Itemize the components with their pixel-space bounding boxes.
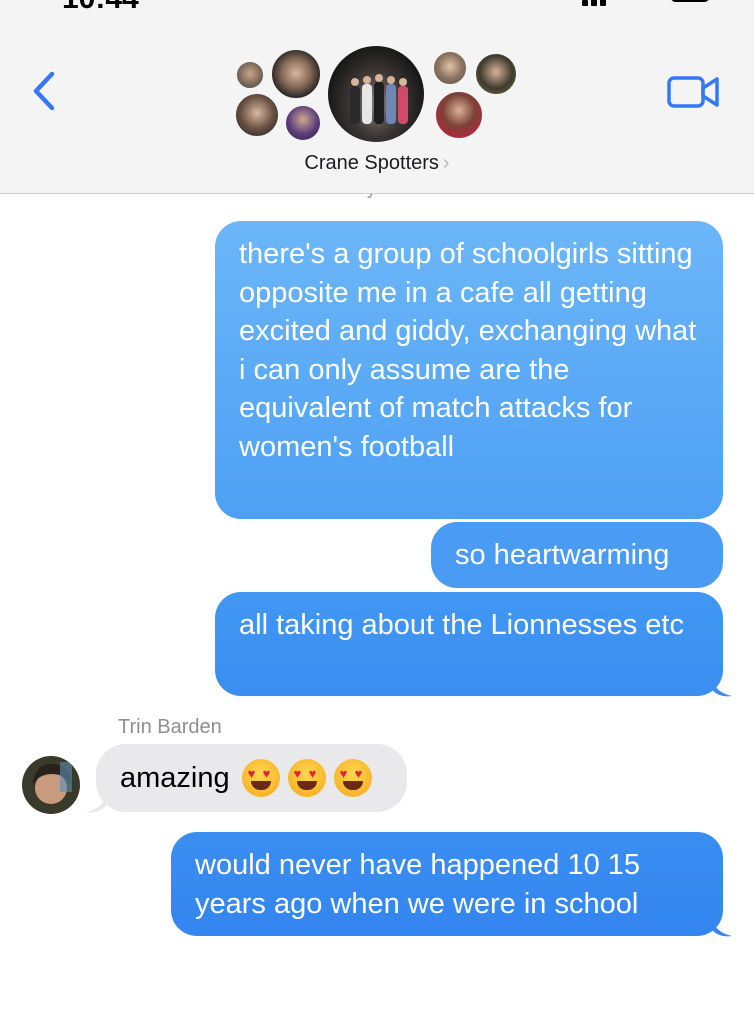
signal-bar (591, 0, 597, 6)
sender-avatar-icon (22, 756, 80, 814)
avatar (234, 92, 280, 138)
status-icons: 18 (582, 0, 722, 6)
message-text: there's a group of schoolgirls sitting o… (239, 238, 697, 463)
bubble-tail-icon (86, 794, 106, 813)
message-text: all taking about the Lionnesses etc (239, 609, 684, 641)
message-text: would never have happened 10 15 years ag… (195, 849, 641, 920)
sender-name: Trin Barden (118, 716, 222, 738)
back-button[interactable] (26, 64, 66, 120)
incoming-message-bubble[interactable]: amazing ♥ ♥ ♥ ♥ ♥ ♥ (96, 744, 407, 812)
outgoing-message-bubble[interactable]: all taking about the Lionnesses etc (215, 592, 723, 696)
chevron-left-icon (33, 71, 55, 111)
signal-bar (600, 0, 606, 6)
outgoing-message-bubble[interactable]: would never have happened 10 15 years ag… (171, 832, 723, 936)
video-camera-icon (667, 76, 719, 108)
battery-icon (670, 0, 710, 2)
signal-bar (582, 0, 588, 6)
group-photo-icon (350, 74, 408, 124)
outgoing-message-bubble[interactable]: so heartwarming (431, 522, 723, 588)
heart-eyes-emoji-icon: ♥ ♥ (241, 759, 280, 797)
heart-eyes-emoji-icon: ♥ ♥ (333, 759, 372, 797)
group-avatar-cluster[interactable] (230, 44, 530, 148)
status-time: 10:44 (62, 0, 139, 16)
outgoing-message-bubble[interactable]: there's a group of schoolgirls sitting o… (215, 221, 723, 519)
avatar (326, 44, 426, 144)
bubble-tail-icon (712, 678, 732, 697)
message-text: amazing (120, 761, 230, 794)
bubble-tail-icon (712, 918, 732, 937)
chevron-right-icon: › (442, 152, 450, 174)
avatar (235, 60, 265, 90)
battery-level: 18 (632, 0, 656, 4)
emoji-group: ♥ ♥ ♥ ♥ ♥ ♥ (241, 759, 372, 797)
avatar (434, 90, 484, 140)
avatar (474, 52, 518, 96)
group-name-label: Crane Spotters (304, 152, 439, 174)
group-name[interactable]: Crane Spotters › (0, 152, 754, 175)
avatar[interactable] (22, 756, 80, 814)
conversation-header: 10:44 18 (0, 0, 754, 194)
video-call-button[interactable] (664, 70, 724, 114)
message-text: so heartwarming (455, 539, 670, 571)
avatar (432, 50, 468, 86)
avatar (270, 48, 322, 100)
heart-eyes-emoji-icon: ♥ ♥ (287, 759, 326, 797)
avatar (284, 104, 322, 142)
